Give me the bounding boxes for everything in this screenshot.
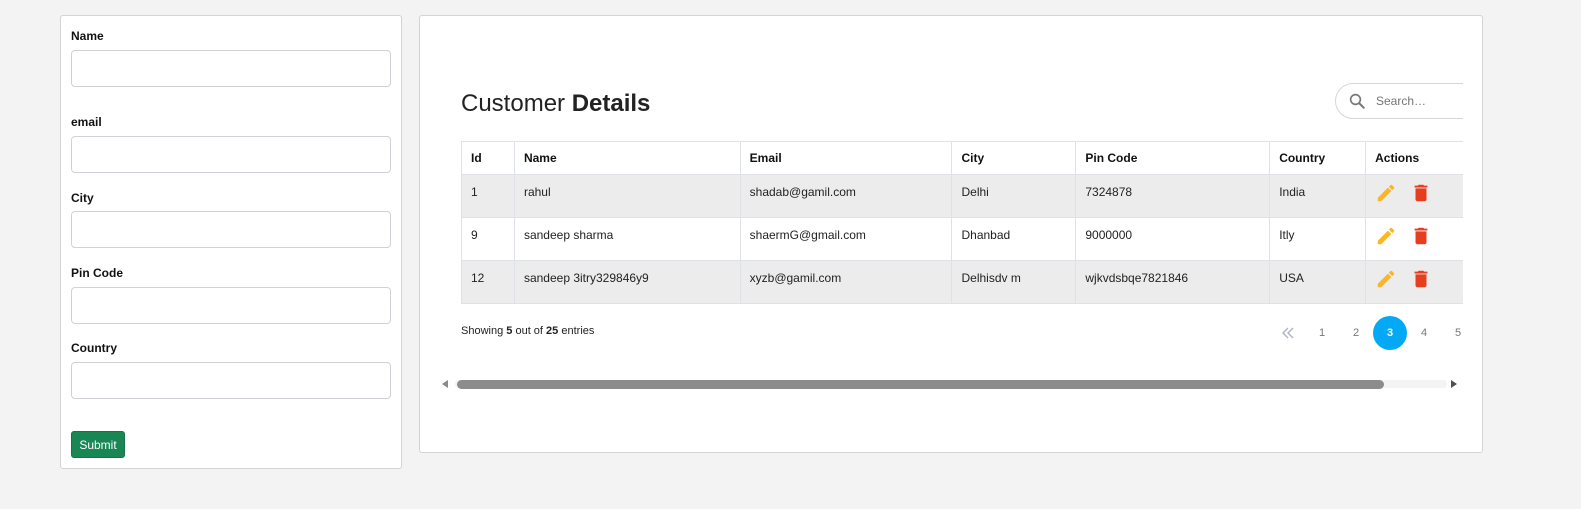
table-row: 1 rahul shadab@gamil.com Delhi 7324878 I… — [461, 174, 1463, 218]
cell-actions — [1365, 260, 1463, 304]
pencil-icon — [1377, 270, 1395, 288]
edit-button[interactable] — [1375, 182, 1397, 204]
page-button-5[interactable]: 5 — [1441, 316, 1463, 350]
delete-button[interactable] — [1410, 182, 1432, 204]
country-input[interactable] — [71, 362, 391, 399]
cell-email: xyzb@gamil.com — [739, 260, 953, 304]
cell-country: USA — [1269, 260, 1367, 304]
cell-pin-code: 9000000 — [1075, 217, 1271, 261]
pin-code-label: Pin Code — [71, 266, 124, 280]
email-input[interactable] — [71, 136, 391, 173]
column-header-email[interactable]: Email — [739, 141, 953, 175]
email-label: email — [71, 115, 102, 129]
cell-city: Dhanbad — [951, 217, 1077, 261]
pencil-icon — [1377, 184, 1395, 202]
summary-middle: out of — [515, 325, 543, 337]
customer-form-card: Name email City Pin Code Country Submit — [60, 15, 402, 469]
cell-pin-code: wjkvdsbqe7821846 — [1075, 260, 1271, 304]
summary-total-count: 25 — [546, 325, 559, 337]
cell-name: sandeep 3itry329846y9 — [513, 260, 741, 304]
cell-name: sandeep sharma — [513, 217, 741, 261]
column-header-actions: Actions — [1365, 141, 1463, 175]
trash-icon — [1415, 270, 1428, 288]
summary-suffix: entries — [561, 325, 595, 337]
table-row: 12 sandeep 3itry329846y9 xyzb@gamil.com … — [461, 260, 1463, 304]
cell-actions — [1365, 217, 1463, 261]
search-input[interactable] — [1374, 91, 1463, 111]
page-button-3-active[interactable]: 3 — [1373, 316, 1407, 350]
table-row: 9 sandeep sharma shaermG@gmail.com Dhanb… — [461, 217, 1463, 261]
cell-email: shadab@gamil.com — [739, 174, 953, 218]
name-input[interactable] — [71, 50, 391, 87]
entries-summary: Showing 5 out of 25 entries — [461, 325, 594, 337]
column-header-city[interactable]: City — [951, 141, 1077, 175]
cell-id: 9 — [461, 217, 515, 261]
page-button-4[interactable]: 4 — [1407, 316, 1441, 350]
name-label: Name — [71, 29, 104, 43]
column-header-pin-code[interactable]: Pin Code — [1075, 141, 1271, 175]
customer-details-card: Customer Details Id Name Email City Pin … — [419, 15, 1483, 453]
pencil-icon — [1377, 227, 1395, 245]
column-header-id[interactable]: Id — [461, 141, 515, 175]
cell-country: Itly — [1269, 217, 1367, 261]
customers-table: Id Name Email City Pin Code Country Acti… — [461, 141, 1463, 304]
cell-city: Delhi — [951, 174, 1077, 218]
scroll-thumb[interactable] — [457, 380, 1384, 389]
trash-icon — [1415, 184, 1428, 202]
cell-country: India — [1269, 174, 1367, 218]
scroll-left-arrow[interactable] — [442, 380, 448, 388]
horizontal-scrollbar[interactable] — [440, 377, 1462, 391]
cell-city: Delhisdv m — [951, 260, 1077, 304]
summary-prefix: Showing — [461, 325, 504, 337]
scroll-right-arrow[interactable] — [1451, 380, 1457, 388]
column-header-name[interactable]: Name — [513, 141, 741, 175]
submit-button[interactable]: Submit — [71, 431, 125, 458]
delete-button[interactable] — [1410, 225, 1432, 247]
cell-id: 12 — [461, 260, 515, 304]
page-title: Customer Details — [461, 90, 650, 118]
cell-pin-code: 7324878 — [1075, 174, 1271, 218]
edit-button[interactable] — [1375, 225, 1397, 247]
page-title-light: Customer — [461, 90, 566, 117]
city-label: City — [71, 191, 94, 205]
double-chevron-left-icon — [1282, 327, 1294, 339]
search-box[interactable] — [1335, 83, 1463, 119]
column-header-country[interactable]: Country — [1269, 141, 1367, 175]
cell-email: shaermG@gmail.com — [739, 217, 953, 261]
cell-id: 1 — [461, 174, 515, 218]
cell-name: rahul — [513, 174, 741, 218]
search-icon — [1349, 93, 1365, 109]
edit-button[interactable] — [1375, 268, 1397, 290]
summary-shown-count: 5 — [506, 325, 513, 337]
delete-button[interactable] — [1410, 268, 1432, 290]
first-page-button[interactable] — [1271, 316, 1305, 350]
trash-icon — [1415, 227, 1428, 245]
cell-actions — [1365, 174, 1463, 218]
city-input[interactable] — [71, 211, 391, 248]
pin-code-input[interactable] — [71, 287, 391, 324]
table-header-row: Id Name Email City Pin Code Country Acti… — [461, 141, 1463, 175]
page-title-bold: Details — [571, 90, 651, 117]
country-label: Country — [71, 341, 117, 355]
page-button-1[interactable]: 1 — [1305, 316, 1339, 350]
page-button-2[interactable]: 2 — [1339, 316, 1373, 350]
